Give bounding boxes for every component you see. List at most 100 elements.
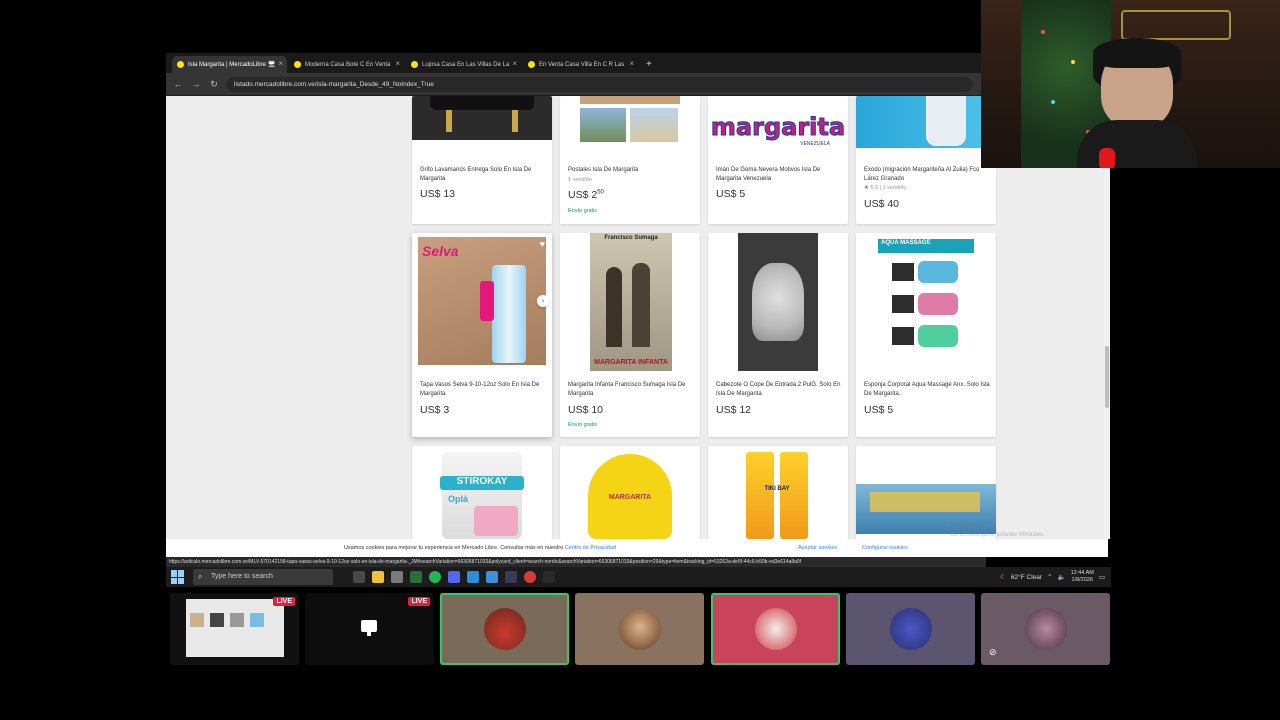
- cookie-text: Usamos cookies para mejorar tu experienc…: [344, 545, 616, 551]
- chrome-icon[interactable]: [524, 571, 536, 583]
- notification-icon[interactable]: ▭: [1099, 573, 1105, 581]
- new-tab-button[interactable]: +: [640, 56, 658, 73]
- margarita-logo: margarita: [710, 113, 846, 142]
- weather-text[interactable]: 62°F Clear: [1011, 574, 1042, 581]
- opla-text: Oplà: [448, 494, 469, 504]
- free-shipping-label: Envío gratis: [568, 422, 598, 428]
- taskbar-search-box[interactable]: ⌕ Type here to search: [193, 569, 333, 585]
- close-tab-icon[interactable]: ×: [512, 59, 517, 68]
- product-price: US$ 250: [568, 189, 604, 201]
- product-card[interactable]: Cabezote O Cope De Entrada 2 PulG. Solo …: [708, 233, 848, 437]
- book-title-text: MARGARITA INFANTA: [594, 359, 668, 366]
- reload-icon[interactable]: ↻: [208, 79, 220, 90]
- tab-label: Lujosa Casa En Las Villas De La: [422, 61, 510, 68]
- task-view-icon[interactable]: [353, 571, 365, 583]
- product-price: US$ 13: [420, 188, 456, 200]
- product-card[interactable]: STIROKAY Oplà: [412, 446, 552, 539]
- participant-avatar: [619, 608, 661, 650]
- participant-tile[interactable]: [440, 593, 569, 665]
- product-price: US$ 3: [420, 404, 450, 416]
- stream-canvas: Isla Margarita | MercadoLibre 🖥 × Moderna…: [0, 0, 1280, 720]
- clock-date: 1/8/2026: [1071, 577, 1093, 583]
- close-tab-icon[interactable]: ×: [395, 59, 400, 68]
- product-title[interactable]: Grifo Lavamanos Entrega Solo En Isla De …: [420, 166, 546, 183]
- rating-sold: ★ 5.0 | 1 vendido: [864, 185, 906, 191]
- product-card[interactable]: MARGARITA: [560, 446, 700, 539]
- steam-icon[interactable]: [505, 571, 517, 583]
- mercadolibre-favicon-icon: [411, 61, 418, 68]
- taskbar-clock[interactable]: 12:44 AM 1/8/2026: [1071, 570, 1094, 584]
- mercadolibre-favicon-icon: [528, 61, 535, 68]
- app-icon[interactable]: [486, 571, 498, 583]
- clock-time: 12:44 AM: [1070, 570, 1094, 576]
- microphone: [1099, 148, 1115, 168]
- product-image: margarita VENEZUELA: [708, 96, 848, 156]
- live-badge: LIVE: [408, 597, 430, 606]
- price-main: US$ 2: [568, 189, 598, 201]
- close-tab-icon[interactable]: ×: [278, 59, 283, 68]
- product-title[interactable]: Imán De Goma Nevera Motivos Isla De Marg…: [716, 166, 842, 183]
- participant-tile[interactable]: [846, 593, 975, 665]
- participant-avatar: [890, 608, 932, 650]
- product-title[interactable]: Margarita Infanta Francisco Sumaga Isla …: [568, 381, 694, 398]
- product-card[interactable]: Postales Isla De Margarita 1 vendido US$…: [560, 96, 700, 224]
- spotify-icon[interactable]: [429, 571, 441, 583]
- product-card[interactable]: TIKI BAY: [708, 446, 848, 539]
- tab-lujosa-casa[interactable]: Lujosa Casa En Las Villas De La ×: [406, 56, 521, 73]
- close-tab-icon[interactable]: ×: [629, 59, 634, 68]
- tab-moderna-casa[interactable]: Moderna Casa Bote C En Venta ×: [289, 56, 404, 73]
- product-image: STIROKAY Oplà: [412, 446, 552, 539]
- product-title[interactable]: Tapa Vasos Selva 9-10-12oz Solo En Isla …: [420, 381, 546, 398]
- product-price: US$ 40: [864, 198, 900, 210]
- app-icon[interactable]: [410, 571, 422, 583]
- participant-tile[interactable]: [711, 593, 840, 665]
- star-icon: ★: [864, 185, 869, 191]
- participant-tile-screen[interactable]: LIVE: [170, 593, 299, 665]
- taskbar-apps: [353, 571, 555, 583]
- search-icon: ⌕: [198, 572, 203, 581]
- forward-arrow-icon[interactable]: →: [190, 79, 202, 89]
- back-arrow-icon[interactable]: ←: [172, 79, 184, 89]
- product-title[interactable]: Postales Isla De Margarita: [568, 166, 694, 175]
- product-card[interactable]: Selva ♥ › Tapa Vasos Selva 9-10-12oz Sol…: [412, 233, 552, 437]
- vscode-icon[interactable]: [467, 571, 479, 583]
- product-card[interactable]: Exodo (migración Margariteña Al Zulia) F…: [856, 96, 996, 224]
- participant-tile[interactable]: ⊘: [981, 593, 1110, 665]
- browser-toolbar: ← → ↻ listado.mercadolibre.com.ve/isla-m…: [166, 73, 981, 95]
- tab-isla-margarita[interactable]: Isla Margarita | MercadoLibre 🖥 ×: [172, 56, 287, 73]
- participant-avatar: [484, 608, 526, 650]
- privacy-center-link[interactable]: Centro de Privacidad: [565, 545, 616, 551]
- tab-label: Moderna Casa Bote C En Venta: [305, 61, 391, 68]
- streamer-body: [1077, 120, 1197, 168]
- product-title[interactable]: Exodo (migración Margariteña Al Zulia) F…: [864, 166, 990, 183]
- windows-start-icon[interactable]: [171, 570, 185, 584]
- tab-casa-villa[interactable]: En Venta Casa Villa En C R Las ×: [523, 56, 638, 73]
- free-shipping-label: Envío gratis: [568, 208, 598, 214]
- scrollbar-thumb[interactable]: [1105, 346, 1109, 408]
- file-explorer-icon[interactable]: [372, 571, 384, 583]
- tray-chevron-icon[interactable]: ⌃: [1047, 573, 1052, 581]
- product-card[interactable]: AQUA MASSAGE Esponja Corporal Aqua Massa…: [856, 233, 996, 437]
- favorite-heart-icon[interactable]: ♥: [540, 239, 545, 249]
- product-price: US$ 5: [864, 404, 894, 416]
- product-image: [412, 96, 552, 140]
- accept-cookies-button[interactable]: Aceptar cookies: [798, 545, 837, 551]
- product-title[interactable]: Cabezote O Cope De Entrada 2 PulG. Solo …: [716, 381, 842, 398]
- participant-tile[interactable]: [575, 593, 704, 665]
- carousel-next-icon[interactable]: ›: [537, 295, 549, 307]
- configure-cookies-button[interactable]: Configurar cookies: [862, 545, 908, 551]
- live-badge: LIVE: [273, 597, 295, 606]
- volume-icon[interactable]: 🔈: [1058, 573, 1066, 581]
- product-title[interactable]: Esponja Corporal Aqua Massage Anx. Solo …: [864, 381, 990, 398]
- product-card[interactable]: Grifo Lavamanos Entrega Solo En Isla De …: [412, 96, 552, 224]
- product-image: Selva: [412, 237, 552, 367]
- discord-icon[interactable]: [448, 571, 460, 583]
- app-icon[interactable]: [391, 571, 403, 583]
- product-card[interactable]: margarita VENEZUELA Imán De Goma Nevera …: [708, 96, 848, 224]
- product-image: TIKI BAY: [708, 446, 848, 539]
- product-card[interactable]: Francisco Sumaga MARGARITA INFANTA Marga…: [560, 233, 700, 437]
- participant-tile-screenshare[interactable]: LIVE: [305, 593, 434, 665]
- address-bar[interactable]: listado.mercadolibre.com.ve/isla-margari…: [226, 76, 973, 92]
- app-icon[interactable]: [543, 571, 555, 583]
- participant-avatar: [755, 608, 797, 650]
